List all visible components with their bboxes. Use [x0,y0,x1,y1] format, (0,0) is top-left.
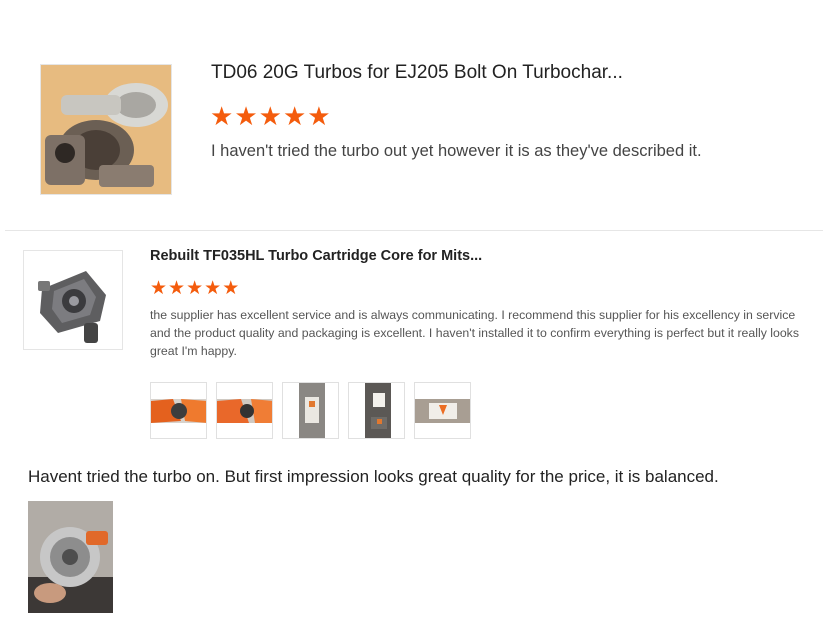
product-title-link[interactable]: Rebuilt TF035HL Turbo Cartridge Core for… [150,248,482,264]
photo-image [151,399,206,423]
star-icon: ★ [204,278,222,299]
photo-image [365,383,391,438]
star-icon: ★ [186,278,204,299]
review-photo[interactable] [348,382,405,439]
star-rating: ★ ★ ★ ★ ★ [210,102,331,130]
star-icon: ★ [210,101,234,131]
review-photo[interactable] [150,382,207,439]
turbo-image [41,65,171,194]
review-text: I haven't tried the turbo out yet howeve… [211,142,702,160]
review-photo[interactable] [414,382,471,439]
star-icon: ★ [150,278,168,299]
star-icon: ★ [307,101,331,131]
star-icon: ★ [234,101,258,131]
review-photos [150,382,471,439]
photo-image [415,399,470,423]
review-card: Rebuilt TF035HL Turbo Cartridge Core for… [0,232,827,452]
review-photo[interactable] [282,382,339,439]
review-text: Havent tried the turbo on. But first imp… [28,467,719,486]
turbo-photo-image [28,501,113,613]
review-text: the supplier has excellent service and i… [150,308,799,358]
star-icon: ★ [282,101,307,131]
star-icon: ★ [222,278,240,299]
star-icon: ★ [258,101,282,131]
divider [5,230,823,231]
review-photo[interactable] [216,382,273,439]
product-thumbnail[interactable] [23,250,123,350]
product-title-link[interactable]: TD06 20G Turbos for EJ205 Bolt On Turboc… [211,62,623,84]
review-card: TD06 20G Turbos for EJ205 Bolt On Turboc… [0,0,827,230]
star-icon: ★ [168,278,186,299]
photo-image [217,399,272,423]
review-card: Havent tried the turbo on. But first imp… [0,455,827,635]
star-rating: ★ ★ ★ ★ ★ [150,279,239,299]
product-thumbnail[interactable] [40,64,172,195]
cartridge-image [24,251,122,349]
review-photo[interactable] [28,501,113,613]
photo-image [299,383,325,438]
